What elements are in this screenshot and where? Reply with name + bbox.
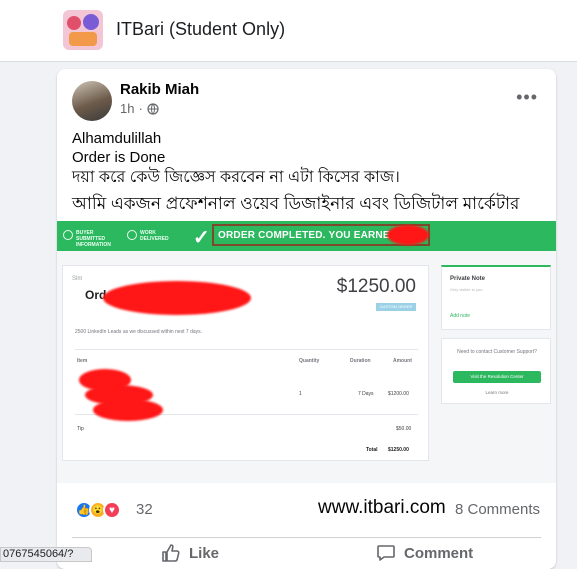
post-time[interactable]: 1h	[120, 101, 134, 116]
step-check-icon	[127, 230, 137, 240]
status-bar-url: 0767545064/?	[0, 547, 92, 562]
post-line: দয়া করে কেউ জিজ্ঞেস করবেন না এটা কিসের …	[72, 169, 400, 186]
avatar[interactable]	[72, 81, 112, 121]
order-price: $1250.00	[336, 276, 416, 297]
banner-text: ORDER COMPLETED. YOU EARNED	[218, 230, 398, 241]
row-quantity: 1	[299, 391, 302, 397]
step-label: WORK DELIVERED	[140, 230, 169, 242]
step-label: BUYER SUBMITTED INFORMATION	[76, 230, 111, 248]
post-body: Alhamdulillah Order is Done দয়া করে কেউ…	[72, 129, 542, 217]
order-small-label: Slm	[72, 276, 83, 282]
private-note-card: Private Note Only visible to you Add not…	[441, 265, 551, 330]
tip-amount: $50.00	[396, 426, 412, 432]
column-quantity: Quantity	[299, 358, 320, 364]
post-line: Order is Done	[72, 149, 166, 166]
watermark-text: www.itbari.com	[318, 497, 446, 518]
post-meta: 1h ·	[120, 101, 159, 116]
comment-label: Comment	[404, 544, 474, 562]
order-status-bar: BUYER SUBMITTED INFORMATION WORK DELIVER…	[57, 221, 556, 251]
resolution-center-button: Visit the Resolution Center	[453, 371, 541, 383]
divider	[75, 349, 418, 350]
column-amount: Amount	[393, 358, 412, 364]
post-image[interactable]: BUYER SUBMITTED INFORMATION WORK DELIVER…	[57, 221, 556, 483]
redaction-mark	[387, 225, 429, 245]
reaction-summary[interactable]: 👍 😮 ♥	[75, 501, 121, 519]
thumbs-up-icon	[162, 544, 180, 562]
learn-more-link: Learn more	[485, 390, 509, 395]
group-header: ITBari (Student Only)	[0, 0, 577, 62]
reaction-count[interactable]: 32	[136, 501, 153, 518]
total-amount: $1250.00	[388, 447, 409, 453]
post-line: Alhamdulillah	[72, 130, 162, 147]
comment-count[interactable]: 8 Comments	[455, 501, 540, 518]
add-note-link: Add note	[450, 313, 471, 319]
tip-label: Tip	[77, 426, 84, 432]
post-stats: 👍 😮 ♥ 32 www.itbari.com 8 Comments	[57, 483, 556, 535]
post-card: Rakib Miah 1h · ••• Alhamdulillah Order …	[57, 69, 556, 569]
love-reaction-icon: ♥	[103, 501, 121, 519]
comment-icon	[377, 545, 395, 561]
total-label: Total	[366, 447, 378, 453]
row-amount: $1200.00	[388, 391, 409, 397]
group-title[interactable]: ITBari (Student Only)	[116, 19, 285, 40]
post-line: আমি একজন প্রফেশনাল ওয়েব ডিজাইনার এবং ডি…	[72, 194, 520, 213]
private-note-title: Private Note	[450, 276, 486, 282]
like-label: Like	[189, 544, 220, 562]
column-duration: Duration	[350, 358, 371, 364]
redaction-mark	[93, 399, 163, 421]
checkmark-icon: ✓	[193, 227, 210, 249]
post-author[interactable]: Rakib Miah	[120, 81, 199, 98]
more-options-button[interactable]: •••	[516, 87, 538, 108]
like-button[interactable]: Like	[161, 543, 219, 563]
divider	[72, 537, 541, 538]
row-duration: 7 Days	[358, 391, 374, 397]
step-check-icon	[63, 230, 73, 240]
order-badge: CUSTOM ORDER	[376, 303, 416, 311]
support-card: Need to contact Customer Support? Visit …	[441, 338, 551, 404]
support-question: Need to contact Customer Support?	[457, 349, 537, 355]
column-item: Item	[77, 358, 88, 364]
comment-button[interactable]: Comment	[376, 543, 473, 563]
globe-icon	[147, 102, 159, 115]
redaction-mark	[103, 281, 251, 315]
group-cover-icon[interactable]	[63, 10, 103, 50]
order-description: 2500 LinkedIn Leads as we discussed with…	[75, 329, 203, 335]
more-dots-icon: •••	[516, 87, 538, 107]
private-note-subtitle: Only visible to you	[450, 287, 483, 292]
